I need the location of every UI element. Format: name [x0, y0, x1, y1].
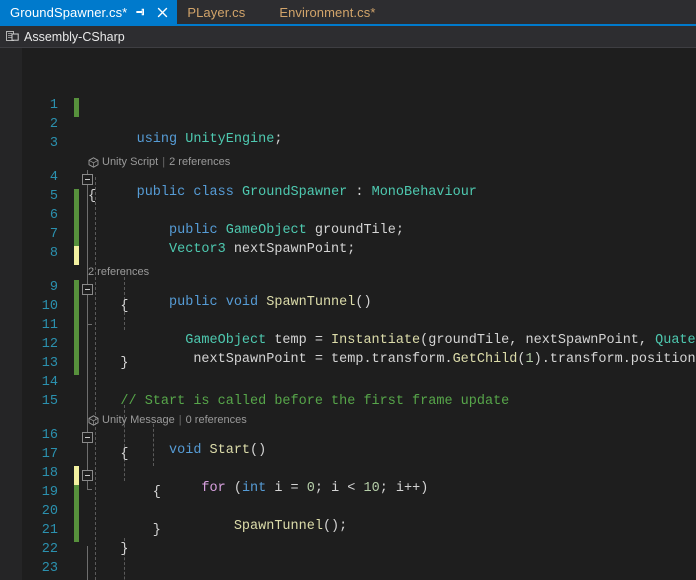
pin-icon[interactable]: [134, 5, 148, 19]
code-line-7[interactable]: Vector3 nextSpawnPoint;: [88, 227, 355, 272]
code-line-10[interactable]: {: [88, 299, 128, 314]
codelens-separator: |: [178, 414, 182, 426]
token-method-name: SpawnTunnel: [266, 295, 356, 310]
line-number: 20: [41, 504, 58, 519]
token-namespace: UnityEngine: [185, 132, 275, 147]
line-number: 1: [49, 98, 58, 113]
code-line-15[interactable]: // Start is called before the first fram…: [88, 394, 509, 409]
code-line-17[interactable]: {: [88, 447, 128, 462]
line-number: 19: [41, 485, 58, 500]
line-number: 17: [41, 447, 58, 462]
line-number: 6: [49, 208, 58, 223]
tab-label: Environment.cs*: [279, 4, 376, 20]
line-number: 11: [41, 318, 58, 333]
change-bar-unsaved: [74, 246, 79, 265]
code-line-12[interactable]: nextSpawnPoint = temp.transform.GetChild…: [88, 337, 696, 382]
project-assembly-icon: [5, 30, 19, 44]
code-line-21[interactable]: }: [88, 523, 161, 538]
change-bar-saved: [74, 485, 79, 542]
token-control-keyword: for: [201, 481, 226, 496]
line-number: 4: [49, 170, 58, 185]
tab-groundspawner[interactable]: GroundSpawner.cs*: [0, 0, 178, 24]
change-bar-saved: [74, 98, 79, 117]
line-number: 8: [49, 246, 58, 261]
codelens-unity-message-start[interactable]: Unity Message | 0 references: [88, 413, 247, 428]
line-number: 14: [41, 375, 58, 390]
code-line-22[interactable]: }: [88, 542, 128, 557]
code-line-2[interactable]: using UnityEngine;: [88, 117, 283, 162]
unity-cube-icon: [88, 415, 99, 426]
change-bar-saved: [74, 189, 79, 246]
code-line-13[interactable]: }: [88, 356, 128, 371]
line-number: 12: [41, 337, 58, 352]
code-line-5[interactable]: {: [88, 189, 96, 204]
line-number: 21: [41, 523, 58, 538]
line-number: 15: [41, 394, 58, 409]
change-bar-saved: [74, 280, 79, 375]
tab-label: GroundSpawner.cs*: [10, 4, 128, 20]
line-number: 22: [41, 542, 58, 557]
breadcrumb: Assembly-CSharp: [0, 26, 696, 48]
token-base-class: MonoBehaviour: [371, 185, 477, 200]
token-class-name: GroundSpawner: [241, 185, 348, 200]
code-surface[interactable]: 1 2 3 4 5 6 7 8 9 10 11 12 13 14 15 16 1…: [0, 48, 696, 580]
line-number: 16: [41, 428, 58, 443]
line-number: 7: [49, 227, 58, 242]
code-editor[interactable]: 1 2 3 4 5 6 7 8 9 10 11 12 13 14 15 16 1…: [0, 48, 696, 580]
line-number: 10: [41, 299, 58, 314]
change-bar-unsaved: [74, 466, 79, 485]
line-number: 18: [41, 466, 58, 481]
line-number: 5: [49, 189, 58, 204]
tab-player[interactable]: PLayer.cs: [177, 0, 253, 24]
line-number: 9: [49, 280, 58, 295]
token-keyword: using: [136, 132, 178, 147]
breadcrumb-label[interactable]: Assembly-CSharp: [24, 30, 125, 44]
editor-tab-bar: GroundSpawner.cs* PLayer.cs Environment.…: [0, 0, 696, 26]
codelens-references[interactable]: 0 references: [186, 413, 247, 428]
line-number: 23: [41, 561, 58, 576]
close-icon[interactable]: [155, 5, 169, 19]
line-number: 13: [41, 356, 58, 371]
codelens-label[interactable]: Unity Message: [102, 413, 175, 428]
code-line-19[interactable]: {: [88, 485, 161, 500]
line-number: 3: [49, 136, 58, 151]
tab-environment[interactable]: Environment.cs*: [253, 0, 383, 24]
tab-label: PLayer.cs: [187, 4, 246, 20]
line-number: 2: [49, 117, 58, 132]
